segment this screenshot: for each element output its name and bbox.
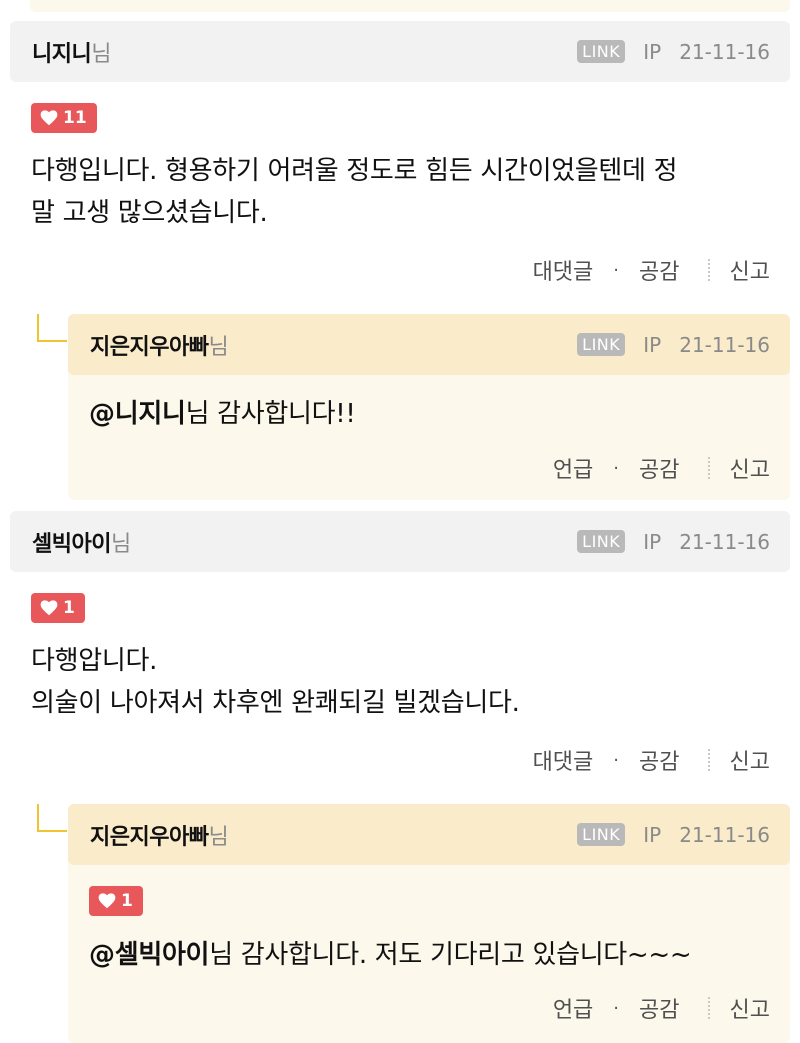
reply-header: 지은지우아빠 님 LINK IP 21-11-16 [68, 804, 790, 865]
heart-icon [98, 893, 116, 909]
like-badge[interactable]: 1 [31, 593, 85, 623]
reply-body: @니지니님 감사합니다!! [89, 393, 356, 435]
comment-meta: LINK IP 21-11-16 [577, 40, 770, 64]
like-badge[interactable]: 1 [89, 886, 143, 916]
report-button[interactable]: 신고 [730, 254, 770, 286]
separator-line [707, 457, 710, 479]
comment: 셀빅아이 님 LINK IP 21-11-16 [10, 511, 790, 572]
mention-link[interactable]: @셀빅아이 [89, 940, 209, 970]
separator-line [707, 749, 710, 771]
reply-actions: 언급 · 공감 신고 [553, 452, 770, 484]
comment-author[interactable]: 니지니 [32, 36, 92, 68]
previous-reply-bottom [30, 0, 790, 12]
reply-connector [37, 314, 67, 342]
report-button[interactable]: 신고 [730, 992, 770, 1024]
reply-date: 21-11-16 [679, 822, 770, 847]
separator-dot: · [613, 259, 620, 281]
reply-meta: LINK IP 21-11-16 [577, 333, 770, 357]
ip-label: IP [643, 529, 662, 554]
reply-text: 님 감사합니다. 저도 기다리고 있습니다~~~ [209, 940, 692, 970]
ip-label: IP [643, 332, 662, 357]
comment-line: 말 고생 많으셨습니다. [31, 198, 268, 228]
separator-dot: · [613, 457, 620, 479]
comment-actions: 대댓글 · 공감 신고 [533, 254, 770, 286]
like-count: 1 [121, 891, 133, 911]
author-suffix: 님 [91, 41, 112, 67]
comment-body: 다행압니다. 의술이 나아져서 차후엔 완쾌되길 빌겠습니다. [31, 640, 771, 724]
like-count: 11 [63, 108, 87, 128]
author-suffix: 님 [208, 824, 229, 850]
comment-date: 21-11-16 [679, 39, 770, 64]
reply-button[interactable]: 대댓글 [533, 744, 594, 776]
link-badge[interactable]: LINK [577, 823, 626, 846]
comment-header: 니지니 님 LINK IP 21-11-16 [10, 21, 790, 82]
mention-button[interactable]: 언급 [553, 992, 593, 1024]
mention-button[interactable]: 언급 [553, 452, 593, 484]
empathy-button[interactable]: 공감 [639, 254, 679, 286]
comment-author[interactable]: 셀빅아이 [32, 526, 111, 558]
separator-line [707, 259, 710, 281]
reply: 지은지우아빠 님 LINK IP 21-11-16 1 @셀빅아이님 감사합니다… [68, 804, 790, 1043]
comment-line: 다행입니다. 형용하기 어려울 정도로 힘든 시간이었을텐데 정 [31, 156, 678, 186]
report-button[interactable]: 신고 [730, 452, 770, 484]
reply-actions: 언급 · 공감 신고 [553, 992, 770, 1024]
reply-text: 님 감사합니다!! [185, 399, 356, 429]
report-button[interactable]: 신고 [730, 744, 770, 776]
separator-line [707, 997, 710, 1019]
comment-line: 의술이 나아져서 차후엔 완쾌되길 빌겠습니다. [31, 688, 520, 718]
reply-author[interactable]: 지은지우아빠 [90, 819, 209, 851]
comment-date: 21-11-16 [679, 529, 770, 554]
empathy-button[interactable]: 공감 [639, 992, 679, 1024]
ip-label: IP [643, 39, 662, 64]
author-suffix: 님 [110, 531, 132, 557]
reply-date: 21-11-16 [679, 332, 770, 357]
reply: 지은지우아빠 님 LINK IP 21-11-16 @니지니님 감사합니다!! … [68, 314, 790, 500]
empathy-button[interactable]: 공감 [639, 744, 679, 776]
like-badge-wrap: 11 [31, 103, 97, 133]
empathy-button[interactable]: 공감 [639, 452, 679, 484]
author-suffix: 님 [208, 334, 229, 360]
heart-icon [40, 600, 58, 616]
separator-dot: · [613, 749, 620, 771]
reply-connector [37, 804, 67, 832]
heart-icon [40, 110, 58, 126]
comment-actions: 대댓글 · 공감 신고 [533, 744, 770, 776]
like-badge-wrap: 1 [31, 593, 85, 623]
reply-author[interactable]: 지은지우아빠 [90, 329, 209, 361]
comment-meta: LINK IP 21-11-16 [577, 530, 770, 554]
comment-header: 셀빅아이 님 LINK IP 21-11-16 [10, 511, 790, 572]
mention-link[interactable]: @니지니 [89, 399, 186, 429]
comment: 니지니 님 LINK IP 21-11-16 [10, 21, 790, 82]
reply-body: @셀빅아이님 감사합니다. 저도 기다리고 있습니다~~~ [89, 934, 692, 976]
reply-meta: LINK IP 21-11-16 [577, 823, 770, 847]
comment-body: 다행입니다. 형용하기 어려울 정도로 힘든 시간이었을텐데 정 말 고생 많으… [31, 150, 771, 234]
comment-line: 다행압니다. [31, 646, 158, 676]
reply-button[interactable]: 대댓글 [533, 254, 594, 286]
like-count: 1 [63, 598, 75, 618]
reply-header: 지은지우아빠 님 LINK IP 21-11-16 [68, 314, 790, 375]
separator-dot: · [613, 997, 620, 1019]
link-badge[interactable]: LINK [577, 333, 626, 356]
like-badge-wrap: 1 [89, 886, 143, 916]
link-badge[interactable]: LINK [577, 530, 626, 553]
link-badge[interactable]: LINK [577, 40, 626, 63]
like-badge[interactable]: 11 [31, 103, 97, 133]
ip-label: IP [643, 822, 662, 847]
